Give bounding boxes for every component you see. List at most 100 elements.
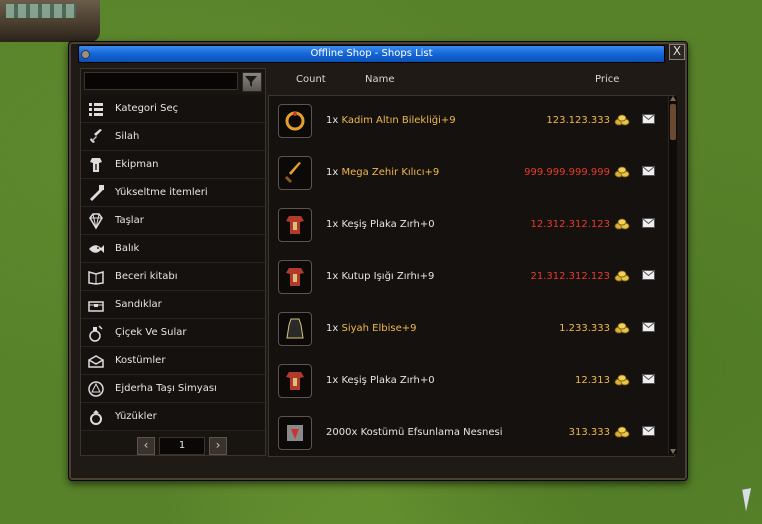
- gold-coins-icon: [614, 322, 630, 334]
- mail-icon[interactable]: [642, 426, 655, 436]
- category-label: Balık: [115, 243, 140, 254]
- gold-coins-icon: [614, 218, 630, 230]
- item-count: 1x: [326, 375, 339, 386]
- item-name: Siyah Elbise+9: [341, 323, 417, 334]
- list-header: Count Name Price: [269, 68, 674, 92]
- item-price: 12.312.312.123: [530, 219, 610, 230]
- mail-icon[interactable]: [642, 374, 655, 384]
- mail-icon[interactable]: [642, 270, 655, 280]
- item-name: Keşiş Plaka Zırh+0: [341, 375, 435, 386]
- category-item[interactable]: Balık: [81, 235, 265, 263]
- title-knob-icon: [81, 50, 90, 59]
- category-label: Ekipman: [115, 159, 159, 170]
- category-item[interactable]: Ejderha Taşı Simyası: [81, 375, 265, 403]
- item-price: 313.333: [568, 427, 610, 438]
- gold-coins-icon: [614, 374, 630, 386]
- item-slot[interactable]: [278, 104, 312, 138]
- category-label: Kostümler: [115, 355, 166, 366]
- shop-item-row[interactable]: 1x Kutup Işığı Zırhı+9 21.312.312.123: [269, 252, 665, 304]
- item-count: 1x: [326, 323, 339, 334]
- scroll-down-icon[interactable]: [670, 449, 676, 454]
- item-slot[interactable]: [278, 312, 312, 346]
- scroll-thumb[interactable]: [670, 104, 676, 140]
- upgrade-icon: [87, 184, 105, 202]
- category-label: Silah: [115, 131, 140, 142]
- category-sidebar: Kategori Seç Silah Ekipman Yükseltme itemle…: [80, 68, 266, 456]
- item-price: 123.123.333: [546, 115, 610, 126]
- sword-icon: [87, 128, 105, 146]
- column-name: Name: [365, 74, 395, 85]
- mail-icon[interactable]: [642, 166, 655, 176]
- search-input[interactable]: [84, 72, 238, 90]
- category-label: Yüzükler: [115, 411, 157, 422]
- category-label: Yükseltme itemleri: [115, 187, 208, 198]
- search-row: [82, 70, 264, 94]
- item-slot[interactable]: [278, 416, 312, 450]
- category-item[interactable]: Ekipman: [81, 151, 265, 179]
- shop-item-row[interactable]: 1x Mega Zehir Kılıcı+9 999.999.999.999: [269, 148, 665, 200]
- prev-page-button[interactable]: ‹: [137, 437, 155, 455]
- gold-coins-icon: [614, 114, 630, 126]
- category-item[interactable]: Beceri kitabı: [81, 263, 265, 291]
- category-item[interactable]: Kategori Seç: [81, 95, 265, 123]
- item-name: Mega Zehir Kılıcı+9: [341, 167, 440, 178]
- alchemy-icon: [87, 380, 105, 398]
- item-count-name: 1x Kadim Altın Bilekliği+9: [326, 115, 456, 126]
- item-count-name: 1x Kutup Işığı Zırhı+9: [326, 271, 434, 282]
- potion-icon: [87, 324, 105, 342]
- mail-icon[interactable]: [642, 114, 655, 124]
- offline-shop-window: Offline Shop - Shops List X Kategori Seç…: [68, 41, 688, 481]
- item-count: 1x: [326, 271, 339, 282]
- shop-item-row[interactable]: 1x Keşiş Plaka Zırh+0 12.313: [269, 356, 665, 408]
- category-label: Kategori Seç: [115, 103, 179, 114]
- category-label: Ejderha Taşı Simyası: [115, 383, 217, 394]
- list-icon: [87, 100, 105, 118]
- item-name: Kostümü Efsunlama Nesnesi: [360, 427, 503, 438]
- background-building: [0, 0, 100, 42]
- shop-item-row[interactable]: 1x Keşiş Plaka Zırh+0 12.312.312.123: [269, 200, 665, 252]
- item-count-name: 1x Mega Zehir Kılıcı+9: [326, 167, 439, 178]
- gold-coins-icon: [614, 166, 630, 178]
- mail-icon[interactable]: [642, 218, 655, 228]
- list-scrollbar[interactable]: [668, 96, 677, 454]
- item-price: 21.312.312.123: [530, 271, 610, 282]
- mail-icon[interactable]: [642, 322, 655, 332]
- category-list: Kategori Seç Silah Ekipman Yükseltme itemle…: [81, 95, 265, 431]
- fish-icon: [87, 240, 105, 258]
- filter-button[interactable]: [242, 72, 262, 92]
- shop-item-list: 1x Kadim Altın Bilekliği+9 123.123.333 1x …: [268, 95, 675, 457]
- category-item[interactable]: Taşlar: [81, 207, 265, 235]
- category-item[interactable]: Yüzükler: [81, 403, 265, 431]
- item-slot[interactable]: [278, 156, 312, 190]
- chest-icon: [87, 296, 105, 314]
- shop-item-row[interactable]: 2000x Kostümü Efsunlama Nesnesi 313.333: [269, 408, 665, 456]
- page-number: 1: [159, 437, 205, 455]
- next-page-button[interactable]: ›: [209, 437, 227, 455]
- title-bar[interactable]: Offline Shop - Shops List: [78, 45, 665, 63]
- gold-coins-icon: [614, 270, 630, 282]
- chevron-right-icon: ›: [215, 438, 221, 452]
- category-item[interactable]: Kostümler: [81, 347, 265, 375]
- category-item[interactable]: Silah: [81, 123, 265, 151]
- item-count-name: 2000x Kostümü Efsunlama Nesnesi: [326, 427, 502, 438]
- shop-item-row[interactable]: 1x Siyah Elbise+9 1.233.333: [269, 304, 665, 356]
- item-count-name: 1x Siyah Elbise+9: [326, 323, 416, 334]
- category-item[interactable]: Çiçek Ve Sular: [81, 319, 265, 347]
- armor-icon: [87, 156, 105, 174]
- category-label: Beceri kitabı: [115, 271, 178, 282]
- item-count: 1x: [326, 115, 339, 126]
- filter-icon: [245, 76, 257, 87]
- item-name: Keşiş Plaka Zırh+0: [341, 219, 435, 230]
- shop-item-row[interactable]: 1x Kadim Altın Bilekliği+9 123.123.333: [269, 96, 665, 148]
- item-slot[interactable]: [278, 364, 312, 398]
- item-price: 12.313: [575, 375, 610, 386]
- column-price: Price: [595, 74, 620, 85]
- item-slot[interactable]: [278, 208, 312, 242]
- item-count-name: 1x Keşiş Plaka Zırh+0: [326, 375, 435, 386]
- item-name: Kutup Işığı Zırhı+9: [341, 271, 435, 282]
- scroll-up-icon[interactable]: [670, 96, 676, 101]
- close-button[interactable]: X: [669, 44, 685, 60]
- category-item[interactable]: Sandıklar: [81, 291, 265, 319]
- item-slot[interactable]: [278, 260, 312, 294]
- category-item[interactable]: Yükseltme itemleri: [81, 179, 265, 207]
